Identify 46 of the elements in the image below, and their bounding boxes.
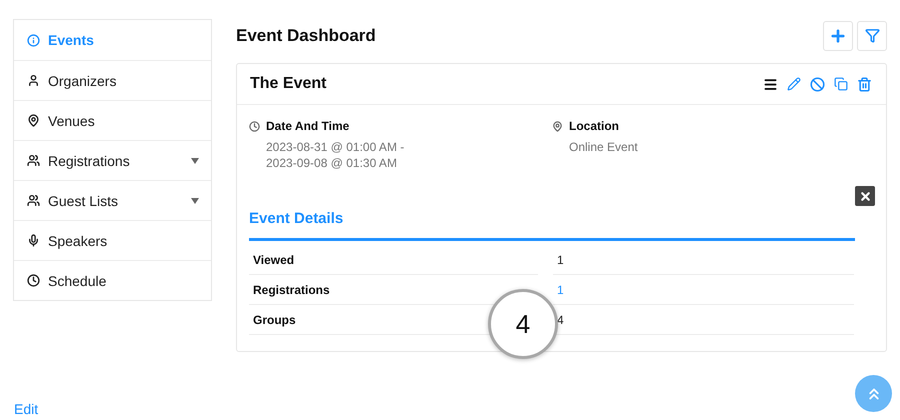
clock-icon	[249, 121, 260, 132]
sidebar-label: Registrations	[48, 152, 131, 168]
date-label: Date And Time	[266, 119, 350, 133]
location-label: Location	[569, 119, 620, 133]
close-button[interactable]	[855, 186, 875, 206]
sidebar-item[interactable]: Registrations	[14, 140, 211, 180]
person-icon	[27, 74, 40, 87]
delete-button[interactable]	[857, 76, 872, 92]
sidebar-item[interactable]: Organizers	[14, 60, 211, 100]
page-title: Event Dashboard	[236, 26, 376, 46]
filter-button[interactable]	[857, 20, 887, 50]
step-callout: 4	[488, 289, 558, 359]
section-title: Event Details	[249, 210, 855, 241]
info-icon	[27, 34, 40, 46]
sidebar-label: Events	[48, 32, 95, 48]
detail-label: Viewed	[249, 245, 538, 275]
sidebar-label: Schedule	[48, 272, 108, 288]
date-range: 2023-08-31 @ 01:00 AM -	[266, 139, 404, 155]
date-range: 2023-09-08 @ 01:30 AM	[266, 155, 398, 171]
sidebar-label: Venues	[48, 112, 96, 128]
event-title: The Event	[250, 75, 326, 93]
clock-icon	[27, 274, 40, 287]
map-pin-icon	[552, 121, 563, 132]
menu-button[interactable]	[763, 76, 778, 92]
copy-button[interactable]	[834, 77, 848, 91]
detail-value: 4	[557, 312, 564, 326]
block-button[interactable]	[810, 76, 825, 92]
people-icon	[27, 194, 40, 207]
plus-icon	[829, 26, 847, 44]
sidebar-item[interactable]: Schedule	[14, 260, 211, 300]
edit-button[interactable]	[787, 77, 801, 91]
sidebar-item[interactable]: Venues	[14, 100, 211, 140]
filter-icon	[864, 28, 880, 43]
sidebar-label: Organizers	[48, 72, 118, 88]
sidebar-label: Speakers	[48, 232, 108, 248]
location-value: Online Event	[569, 139, 638, 155]
sidebar-item[interactable]: Speakers	[14, 220, 211, 260]
close-icon	[858, 190, 872, 202]
add-button[interactable]	[823, 20, 853, 50]
map-pin-icon	[27, 114, 40, 127]
detail-value: 1	[557, 252, 564, 266]
sidebar-label: Guest Lists	[48, 192, 120, 208]
microphone-icon	[27, 234, 40, 247]
scroll-top-button[interactable]	[855, 375, 892, 412]
people-icon	[27, 154, 40, 167]
sidebar-item[interactable]: Guest Lists	[14, 180, 211, 220]
